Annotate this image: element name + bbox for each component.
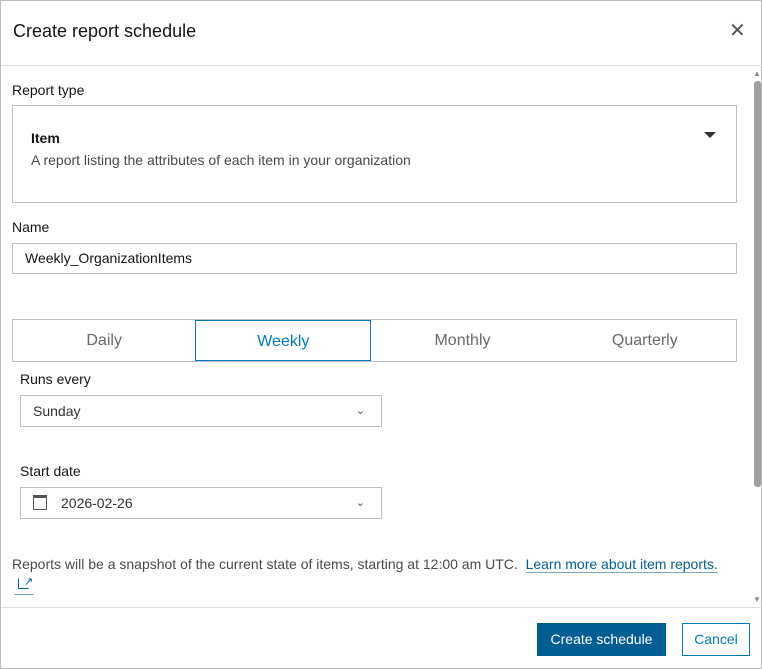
tab-monthly[interactable]: Monthly [371,320,553,361]
cancel-button[interactable]: Cancel [682,623,750,656]
header-divider [1,65,762,66]
tab-weekly[interactable]: Weekly [195,320,372,361]
caret-down-icon [704,132,716,138]
start-date-picker[interactable]: 2026-02-26 ⌄ [20,487,382,519]
close-icon[interactable]: ✕ [729,21,746,41]
create-schedule-button[interactable]: Create schedule [537,623,666,656]
chevron-down-icon: ⌄ [355,405,365,417]
name-label: Name [12,219,50,235]
report-note: Reports will be a snapshot of the curren… [12,556,718,573]
frequency-tabs: Daily Weekly Monthly Quarterly [12,319,737,362]
chevron-down-icon: ⌄ [355,497,365,509]
runs-every-value: Sunday [33,403,81,419]
tab-daily[interactable]: Daily [13,320,195,361]
scroll-up-icon[interactable]: ▲ [753,69,761,78]
runs-every-select[interactable]: Sunday ⌄ [20,395,382,427]
note-text: Reports will be a snapshot of the curren… [12,556,518,572]
external-link-icon[interactable]: ↗ [14,575,34,595]
runs-every-label: Runs every [20,371,91,387]
start-date-value: 2026-02-26 [61,495,133,511]
name-input[interactable]: Weekly_OrganizationItems [12,243,737,274]
scrollbar-thumb[interactable] [754,81,761,487]
scroll-down-icon[interactable]: ▼ [753,595,761,604]
dialog-title: Create report schedule [13,21,197,41]
learn-more-link[interactable]: Learn more about item reports. [525,556,718,573]
report-type-label: Report type [12,82,85,98]
start-date-label: Start date [20,463,81,479]
tab-quarterly[interactable]: Quarterly [554,320,736,361]
report-type-select[interactable]: Item A report listing the attributes of … [12,105,737,203]
calendar-icon [33,495,47,510]
report-type-value: Item [31,130,60,146]
footer-divider [1,607,762,608]
report-type-description: A report listing the attributes of each … [31,152,411,168]
